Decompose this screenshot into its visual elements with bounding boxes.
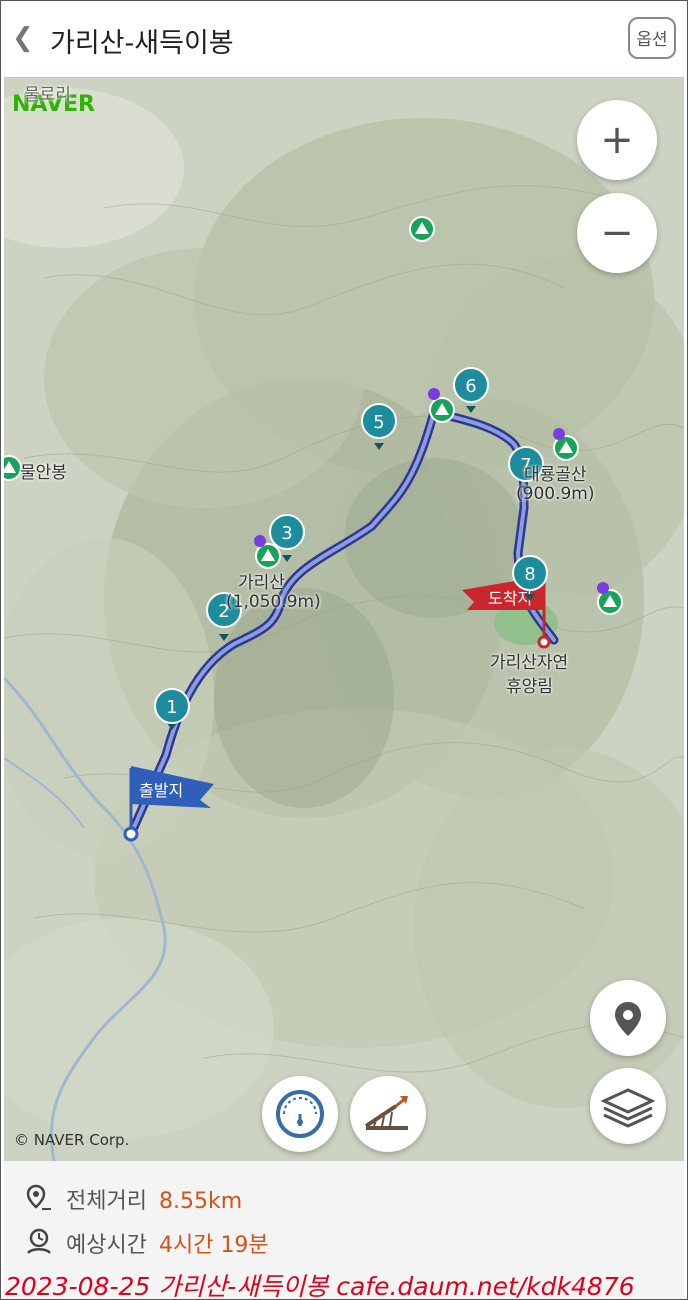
elevation-icon [364, 1096, 408, 1130]
waypoint-label: 1 [166, 697, 177, 718]
peak-label: 물안봉 [20, 463, 67, 483]
time-row: 예상시간 4시간 19분 [24, 1227, 269, 1259]
peak-label-name: 대룡골산 [524, 465, 587, 485]
peak-label-name: 가리산 [238, 573, 285, 593]
route-distance-icon [26, 1184, 51, 1210]
page-title: 가리산-새득이봉 [50, 28, 234, 59]
elevation-button[interactable] [350, 1076, 426, 1152]
walking-time-icon [27, 1228, 51, 1254]
waypoint-label: 8 [524, 564, 535, 585]
time-value: 4시간 19분 [158, 1233, 269, 1258]
speedometer-icon [276, 1090, 324, 1138]
peak-label-height: (900.9m) [516, 484, 595, 504]
distance-label: 전체거리 [66, 1189, 147, 1214]
start-flag-label: 출발지 [139, 781, 183, 800]
mountain-icon[interactable] [409, 216, 435, 242]
zoom-in-button[interactable]: + [577, 100, 657, 180]
screen: ❮ 가리산-새득이봉 옵션 출발지 도착지 1 2 3 5 6 7 8 NAVE… [0, 0, 688, 1300]
time-label: 예상시간 [66, 1233, 147, 1258]
forest-label-line2: 휴양림 [506, 677, 553, 697]
place-label: 물로리 [24, 85, 71, 105]
app-header: ❮ 가리산-새득이봉 옵션 [4, 1, 684, 78]
zoom-out-button[interactable]: − [577, 193, 657, 273]
mountain-icon[interactable] [4, 455, 22, 481]
end-flag-label: 도착지 [488, 589, 532, 608]
map-pin-icon [615, 1002, 641, 1036]
layers-icon [600, 1088, 656, 1128]
waypoint-label: 5 [373, 412, 384, 433]
speed-button[interactable] [262, 1076, 338, 1152]
back-button[interactable]: ❮ [12, 23, 34, 53]
options-button[interactable]: 옵션 [628, 17, 676, 59]
waypoint-label: 3 [281, 523, 292, 544]
watermark-text: 2023-08-25 가리산-새득이봉 cafe.daum.net/kdk487… [5, 1272, 635, 1300]
distance-row: 전체거리 8.55km [24, 1183, 242, 1215]
map-view[interactable]: 출발지 도착지 1 2 3 5 6 7 8 NAVER 물로리 물안봉 가리산 … [4, 78, 684, 1161]
peak-label-height: (1,050.9m) [226, 592, 321, 612]
forest-label-line1: 가리산자연 [490, 653, 569, 673]
distance-value: 8.55km [158, 1189, 243, 1214]
waypoint-label: 6 [465, 376, 476, 397]
my-location-button[interactable] [590, 980, 666, 1056]
map-copyright: © NAVER Corp. [14, 1131, 130, 1149]
layers-button[interactable] [590, 1068, 666, 1144]
